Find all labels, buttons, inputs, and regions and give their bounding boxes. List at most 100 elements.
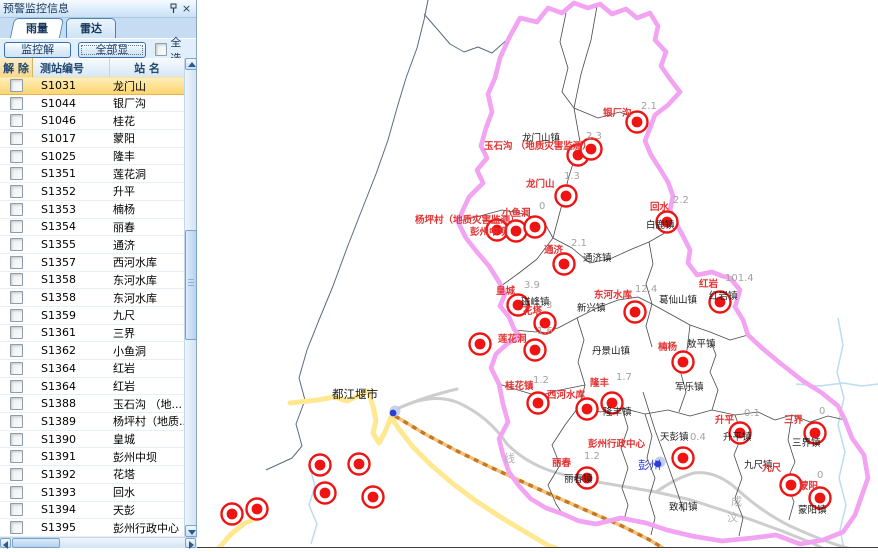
release-checkbox[interactable] xyxy=(10,79,23,92)
release-checkbox[interactable] xyxy=(10,167,23,180)
station-label: 通济 xyxy=(544,244,564,256)
station-marker[interactable] xyxy=(625,302,646,323)
station-marker[interactable] xyxy=(577,399,598,420)
table-row[interactable]: S1031龙门山 xyxy=(0,77,185,95)
station-marker[interactable] xyxy=(525,340,546,361)
release-checkbox[interactable] xyxy=(10,291,23,304)
scroll-down-button[interactable] xyxy=(185,525,197,537)
station-marker[interactable] xyxy=(247,499,268,520)
release-checkbox[interactable] xyxy=(10,309,23,322)
table-row[interactable]: S1353楠杨 xyxy=(0,201,185,219)
table-row[interactable]: S1046桂花 xyxy=(0,112,185,130)
table-row[interactable]: S1395彭州行政中心 xyxy=(0,519,185,537)
station-label: 九尺 xyxy=(761,462,782,474)
table-row[interactable]: S1357西河水库 xyxy=(0,254,185,272)
station-marker[interactable] xyxy=(315,483,336,504)
release-checkbox[interactable] xyxy=(10,238,23,251)
table-row[interactable]: S1352升平 xyxy=(0,183,185,201)
release-checkbox[interactable] xyxy=(10,433,23,446)
release-checkbox[interactable] xyxy=(10,450,23,463)
table-row[interactable]: S1389杨坪村（地质... xyxy=(0,413,185,431)
release-checkbox[interactable] xyxy=(10,203,23,216)
release-checkbox[interactable] xyxy=(10,114,23,127)
town-label: 通济镇 xyxy=(583,252,612,264)
station-marker[interactable] xyxy=(349,454,370,475)
table-row[interactable]: S1358东河水库 xyxy=(0,289,185,307)
table-row[interactable]: S1017蒙阳 xyxy=(0,130,185,148)
show-all-button[interactable]: 全部显示 xyxy=(78,42,145,58)
station-marker[interactable] xyxy=(470,334,491,355)
station-label: 升平 xyxy=(715,414,735,426)
table-row[interactable]: S1351莲花洞 xyxy=(0,165,185,183)
station-value: 0 xyxy=(817,470,823,481)
station-marker[interactable] xyxy=(528,393,549,414)
table-row[interactable]: S1364红岩 xyxy=(0,378,185,396)
tab-radar[interactable]: 雷达 xyxy=(66,18,116,38)
map-canvas[interactable]: 龙门山镇白鹿镇通济镇磁峰镇新兴镇丹景山镇葛仙山镇红岩镇敖平镇军乐镇隆丰镇丽春镇天… xyxy=(197,0,878,548)
station-code: S1357 xyxy=(33,256,110,269)
select-all-checkbox[interactable] xyxy=(155,43,168,56)
release-checkbox[interactable] xyxy=(10,344,23,357)
table-row[interactable]: S1355通济 xyxy=(0,236,185,254)
release-checkbox[interactable] xyxy=(10,220,23,233)
vertical-scroll-thumb[interactable] xyxy=(185,230,197,340)
release-checkbox[interactable] xyxy=(10,185,23,198)
table-row[interactable]: S1391彭州中坝 xyxy=(0,448,185,466)
horizontal-scroll-thumb[interactable] xyxy=(12,538,60,548)
station-marker[interactable] xyxy=(673,448,694,469)
station-marker[interactable] xyxy=(525,217,546,238)
table-row[interactable]: S1044银厂沟 xyxy=(0,95,185,113)
station-marker[interactable] xyxy=(310,455,331,476)
header-station-code[interactable]: 测站编号 xyxy=(33,58,110,77)
horizontal-scrollbar[interactable] xyxy=(0,537,197,548)
table-row[interactable]: S1025隆丰 xyxy=(0,148,185,166)
release-checkbox[interactable] xyxy=(10,521,23,534)
release-checkbox[interactable] xyxy=(10,326,23,339)
tab-rainfall[interactable]: 雨量 xyxy=(10,18,64,38)
header-station-name[interactable]: 站 名 xyxy=(110,58,185,77)
map-svg[interactable]: 龙门山镇白鹿镇通济镇磁峰镇新兴镇丹景山镇葛仙山镇红岩镇敖平镇军乐镇隆丰镇丽春镇天… xyxy=(197,0,878,548)
table-row[interactable]: S1390皇城 xyxy=(0,431,185,449)
release-checkbox[interactable] xyxy=(10,273,23,286)
scroll-right-button[interactable] xyxy=(185,538,196,548)
release-checkbox[interactable] xyxy=(10,415,23,428)
scroll-left-button[interactable] xyxy=(0,538,11,548)
table-row[interactable]: S1388玉石沟 （地... xyxy=(0,395,185,413)
station-marker[interactable] xyxy=(673,352,694,373)
station-marker[interactable] xyxy=(554,254,575,275)
scroll-up-button[interactable] xyxy=(185,58,197,70)
station-marker[interactable] xyxy=(363,487,384,508)
release-checkbox[interactable] xyxy=(10,503,23,516)
table-row[interactable]: S1362小鱼洞 xyxy=(0,342,185,360)
table-row[interactable]: S1359九尺 xyxy=(0,307,185,325)
header-release[interactable]: 解 除 xyxy=(0,58,33,77)
station-code: S1364 xyxy=(33,362,110,375)
railway xyxy=(395,416,663,548)
release-checkbox[interactable] xyxy=(10,380,23,393)
release-checkbox[interactable] xyxy=(10,132,23,145)
release-checkbox[interactable] xyxy=(10,468,23,481)
station-marker[interactable] xyxy=(222,504,243,525)
station-marker[interactable] xyxy=(556,186,577,207)
pin-icon[interactable] xyxy=(167,2,180,15)
close-icon[interactable]: × xyxy=(180,2,193,15)
table-row[interactable]: S1394天彭 xyxy=(0,502,185,520)
release-checkbox[interactable] xyxy=(10,150,23,163)
release-checkbox[interactable] xyxy=(10,486,23,499)
release-checkbox[interactable] xyxy=(10,256,23,269)
station-value: 1.6 xyxy=(537,326,553,337)
station-label: 玉石沟 （地质灾害监测） xyxy=(484,140,592,152)
table-row[interactable]: S1364红岩 xyxy=(0,360,185,378)
release-checkbox[interactable] xyxy=(10,362,23,375)
station-name: 隆丰 xyxy=(110,148,185,164)
station-value: 2.1 xyxy=(641,101,657,112)
release-checkbox[interactable] xyxy=(10,397,23,410)
table-row[interactable]: S1354丽春 xyxy=(0,219,185,237)
table-row[interactable]: S1393回水 xyxy=(0,484,185,502)
table-row[interactable]: S1361三界 xyxy=(0,325,185,343)
table-row[interactable]: S1392花塔 xyxy=(0,466,185,484)
table-row[interactable]: S1358东河水库 xyxy=(0,272,185,290)
vertical-scrollbar[interactable] xyxy=(184,58,196,537)
release-checkbox[interactable] xyxy=(10,97,23,110)
monitor-release-button[interactable]: 监控解除 xyxy=(4,42,71,58)
